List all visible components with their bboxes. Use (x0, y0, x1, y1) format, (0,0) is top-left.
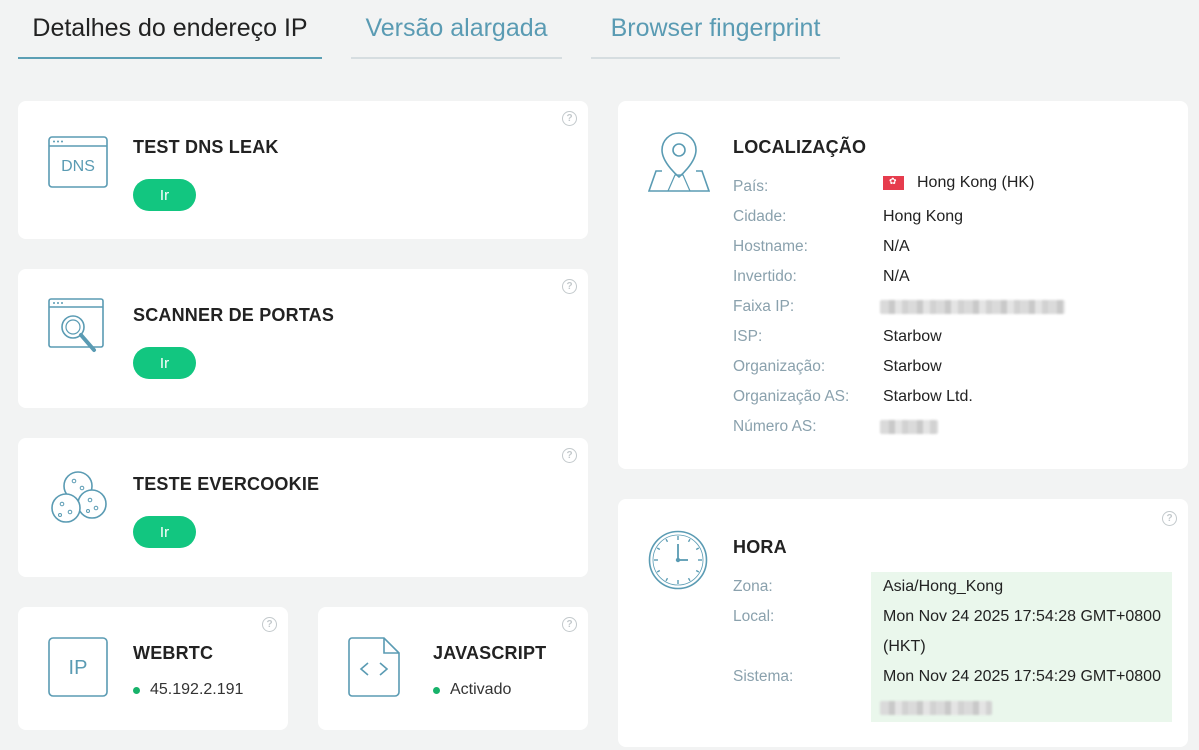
dns-window-icon: DNS (48, 136, 108, 188)
magnifier-window-icon (48, 298, 104, 352)
zone-value: Asia/Hong_Kong (883, 578, 1004, 595)
reverse-label: Invertido: (733, 268, 797, 285)
system-time-redacted (880, 701, 992, 715)
ip-box-icon: IP (48, 637, 108, 697)
as-organization-label: Organização AS: (733, 388, 850, 405)
dns-leak-title: TEST DNS LEAK (133, 137, 279, 157)
webrtc-card: ? IP WEBRTC 45.192.2.191 (18, 607, 288, 730)
evercookie-title: TESTE EVERCOOKIE (133, 474, 320, 494)
system-time-value: Mon Nov 24 2025 17:54:29 GMT+0800 (883, 668, 1161, 685)
webrtc-title: WEBRTC (133, 643, 214, 663)
country-value: Hong Kong (HK) (883, 174, 1034, 192)
as-number-label: Número AS: (733, 418, 817, 435)
ip-range-redacted (880, 300, 1065, 314)
webrtc-ip-value: 45.192.2.191 (150, 681, 244, 698)
organization-label: Organização: (733, 358, 826, 375)
help-icon[interactable]: ? (562, 111, 577, 126)
status-dot (433, 686, 440, 694)
cookie-icon (51, 471, 107, 523)
hostname-label: Hostname: (733, 238, 808, 255)
dns-leak-go-button[interactable]: Ir (133, 179, 196, 211)
port-scanner-go-button[interactable]: Ir (133, 347, 196, 379)
system-time-label: Sistema: (733, 668, 794, 685)
as-organization-value: Starbow Ltd. (883, 388, 973, 405)
evercookie-go-button[interactable]: Ir (133, 516, 196, 548)
isp-label: ISP: (733, 328, 763, 345)
javascript-card: ? JAVASCRIPT Activado (318, 607, 588, 730)
help-icon[interactable]: ? (262, 617, 277, 632)
clock-icon (648, 530, 708, 590)
as-number-redacted (880, 420, 938, 434)
tab-browser-fingerprint[interactable]: Browser fingerprint (591, 0, 840, 59)
code-file-icon (348, 637, 400, 697)
evercookie-card: ? TESTE EVERCOOKIE Ir (18, 438, 588, 577)
port-scanner-card: ? SCANNER DE PORTAS Ir (18, 269, 588, 408)
hk-flag-icon (883, 175, 904, 190)
time-title: HORA (733, 537, 787, 557)
webrtc-status: 45.192.2.191 (133, 681, 243, 699)
port-scanner-title: SCANNER DE PORTAS (133, 305, 335, 325)
city-value: Hong Kong (883, 208, 964, 225)
zone-label: Zona: (733, 578, 773, 595)
reverse-value: N/A (883, 268, 910, 285)
help-icon[interactable]: ? (1162, 511, 1177, 526)
help-icon[interactable]: ? (562, 448, 577, 463)
country-label: País: (733, 178, 769, 195)
organization-value: Starbow (883, 358, 942, 375)
dns-leak-card: ? DNS TEST DNS LEAK Ir (18, 101, 588, 239)
time-card: ? HORA Zona: Asia/Hong_Kong Local: Mon N… (618, 499, 1188, 747)
help-icon[interactable]: ? (562, 279, 577, 294)
tab-ip-details[interactable]: Detalhes do endereço IP (18, 0, 322, 59)
local-time-value: Mon Nov 24 2025 17:54:28 GMT+0800 (883, 608, 1161, 625)
location-card: LOCALIZAÇÃO País: Hong Kong (HK) Cidade:… (618, 101, 1188, 469)
help-icon[interactable]: ? (562, 617, 577, 632)
status-dot (133, 686, 140, 694)
isp-value: Starbow (883, 328, 942, 345)
javascript-status-value: Activado (450, 681, 512, 698)
local-time-label: Local: (733, 608, 775, 625)
location-title: LOCALIZAÇÃO (733, 137, 867, 157)
city-label: Cidade: (733, 208, 787, 225)
javascript-status: Activado (433, 681, 511, 699)
javascript-title: JAVASCRIPT (433, 643, 547, 663)
tab-extended-version[interactable]: Versão alargada (351, 0, 562, 59)
ip-range-label: Faixa IP: (733, 298, 795, 315)
local-time-zone-abbr: (HKT) (883, 638, 926, 655)
map-pin-icon (648, 132, 710, 192)
ip-icon-text: IP (69, 657, 88, 679)
hostname-value: N/A (883, 238, 910, 255)
dns-icon-text: DNS (61, 158, 95, 175)
